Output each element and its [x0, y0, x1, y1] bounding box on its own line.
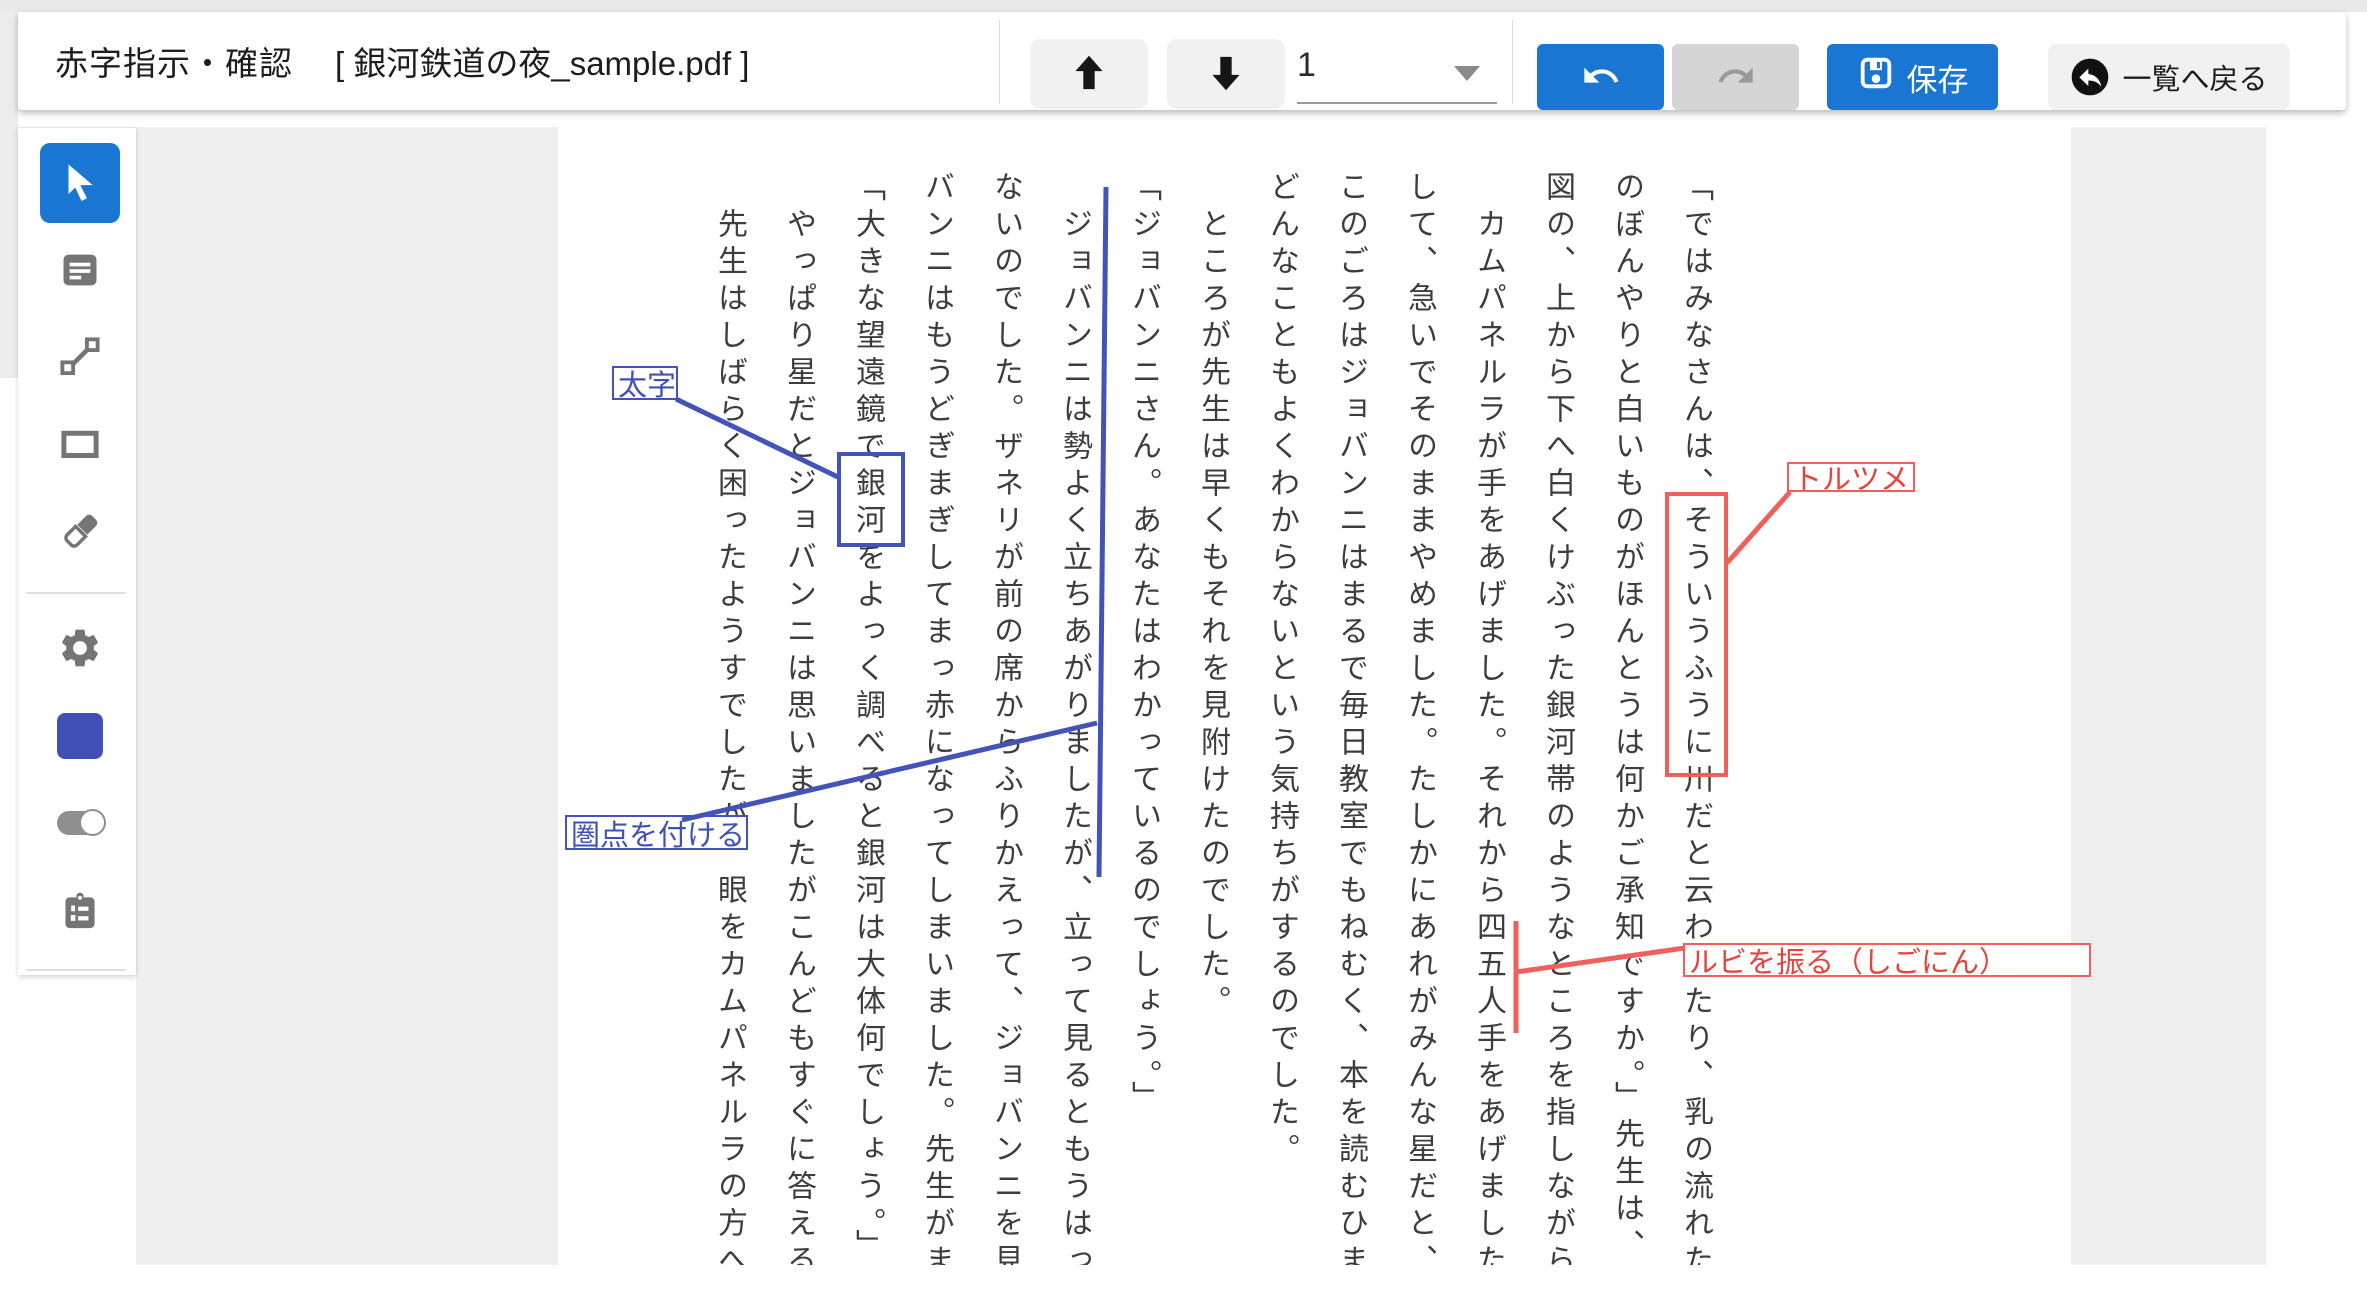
annotation-label-blue[interactable]: 圏点を付ける — [565, 815, 748, 850]
polyline-tool-button[interactable] — [40, 318, 120, 398]
file-name: [ 銀河鉄道の夜_sample.pdf ] — [335, 37, 749, 85]
note-text-icon — [57, 247, 103, 296]
cursor-pointer-icon — [57, 159, 103, 208]
text-column: 先生はしばらく困ったようすでしたが、眼をカムパネルラの方へ向けて、 — [695, 171, 764, 1265]
annotation-box-red[interactable] — [1665, 492, 1728, 777]
text-column: ところが先生は早くもそれを見附けたのでした。 — [1178, 171, 1247, 1265]
redo-icon — [1716, 56, 1756, 99]
gear-icon — [57, 625, 103, 674]
note-tool-button[interactable] — [40, 231, 120, 311]
window-top-strip — [0, 0, 2367, 12]
text-column: やっぱり星だとジョバンニは思いましたがこんどもすぐに答えることができませ — [764, 171, 833, 1265]
annotation-label-blue[interactable]: 太字 — [612, 366, 678, 400]
save-button[interactable]: 保存 — [1827, 44, 1998, 110]
annotation-box-blue[interactable] — [837, 452, 905, 547]
pointer-tool-button[interactable] — [40, 143, 120, 223]
text-column: 「ジョバンニさん。あなたはわかっているのでしょう。」 — [1109, 171, 1178, 1265]
page-down-button[interactable] — [1167, 39, 1285, 109]
arrow-up-icon — [1067, 51, 1111, 98]
toolbar-separator — [999, 20, 1000, 104]
redo-button[interactable] — [1672, 44, 1799, 110]
back-to-list-button[interactable]: 一覧へ戻る — [2048, 44, 2290, 110]
back-label: 一覧へ戻る — [2122, 56, 2267, 98]
numbered-list-tool-button[interactable] — [40, 873, 120, 953]
eraser-icon — [57, 509, 103, 558]
text-column: 「大きな望遠鏡で銀河をよっく調べると銀河は大体何でしょう。」 — [833, 171, 902, 1265]
save-label: 保存 — [1907, 55, 1969, 100]
toolbar-separator — [1512, 20, 1513, 104]
reply-circle-icon — [2070, 57, 2110, 97]
sidebar-divider — [26, 592, 126, 594]
title-area: 赤字指示・確認 [ 銀河鉄道の夜_sample.pdf ] — [55, 12, 749, 110]
window-left-strip — [0, 12, 18, 378]
select-underline — [1297, 102, 1497, 104]
page-up-button[interactable] — [1030, 39, 1148, 109]
text-column: のぼんやりと白いものがほんとうは何かご承知ですか。」先生は、黒板に吊した大 — [1592, 171, 1661, 1265]
rectangle-tool-button[interactable] — [40, 405, 120, 485]
annotation-label-red[interactable]: トルツメ — [1787, 462, 1915, 492]
tool-sidebar — [18, 127, 136, 975]
polyline-icon — [57, 334, 103, 383]
visibility-toggle[interactable] — [57, 811, 104, 835]
text-column: どんなこともよくわからないという気持ちがするのでした。 — [1247, 171, 1316, 1265]
text-column: 図の、上から下へ白くけぶった銀河帯のようなところを指しながら、みんなに問を — [1523, 171, 1592, 1265]
pdf-page[interactable]: 「ではみなさんは、そういうふうに川だと云われたり、乳の流れたあとだと云われのぼん… — [558, 127, 2071, 1265]
settings-tool-button[interactable] — [40, 609, 120, 689]
rectangle-icon — [57, 421, 103, 470]
vertical-text-block: 「ではみなさんは、そういうふうに川だと云われたり、乳の流れたあとだと云われのぼん… — [690, 171, 1730, 1265]
arrow-down-icon — [1204, 51, 1248, 98]
document-canvas[interactable]: 「ではみなさんは、そういうふうに川だと云われたり、乳の流れたあとだと云われのぼん… — [136, 127, 2266, 1265]
chevron-down-icon — [1454, 66, 1480, 81]
text-column: バンニはもうどぎまぎしてまっ赤になってしまいました。先生がまた云いました。 — [902, 171, 971, 1265]
undo-icon — [1581, 56, 1621, 99]
color-swatch-button[interactable] — [57, 713, 103, 759]
annotation-label-red[interactable]: ルビを振る（しごにん） — [1683, 943, 2091, 977]
text-column: このごろはジョバンニはまるで毎日教室でもねむく、本を読むひまも読む本もない — [1316, 171, 1385, 1265]
page-number-select[interactable]: 1 — [1280, 34, 1498, 104]
sidebar-divider — [26, 969, 126, 971]
toggle-knob — [79, 809, 106, 836]
eraser-tool-button[interactable] — [40, 493, 120, 573]
text-column: ないのでした。ザネリが前の席からふりかえって、ジョバンニを見てくすっとわら — [971, 171, 1040, 1265]
page-number-value: 1 — [1297, 46, 1316, 85]
toolbar: 赤字指示・確認 [ 銀河鉄道の夜_sample.pdf ] 1 — [18, 12, 2346, 110]
save-floppy-icon — [1857, 54, 1895, 100]
clipboard-list-icon — [57, 889, 103, 938]
text-column: カムパネルラが手をあげました。それから四五人手をあげました。ジョバンニも — [1454, 171, 1523, 1265]
page-title: 赤字指示・確認 — [55, 37, 293, 85]
text-column: して、急いでそのままやめました。たしかにあれがみんな星だと、いつか雑誌で読 — [1385, 171, 1454, 1265]
undo-button[interactable] — [1537, 44, 1664, 110]
text-column: ジョバンニは勢よく立ちあがりましたが、立って見るともうはっきりとそれを答 — [1040, 171, 1109, 1265]
